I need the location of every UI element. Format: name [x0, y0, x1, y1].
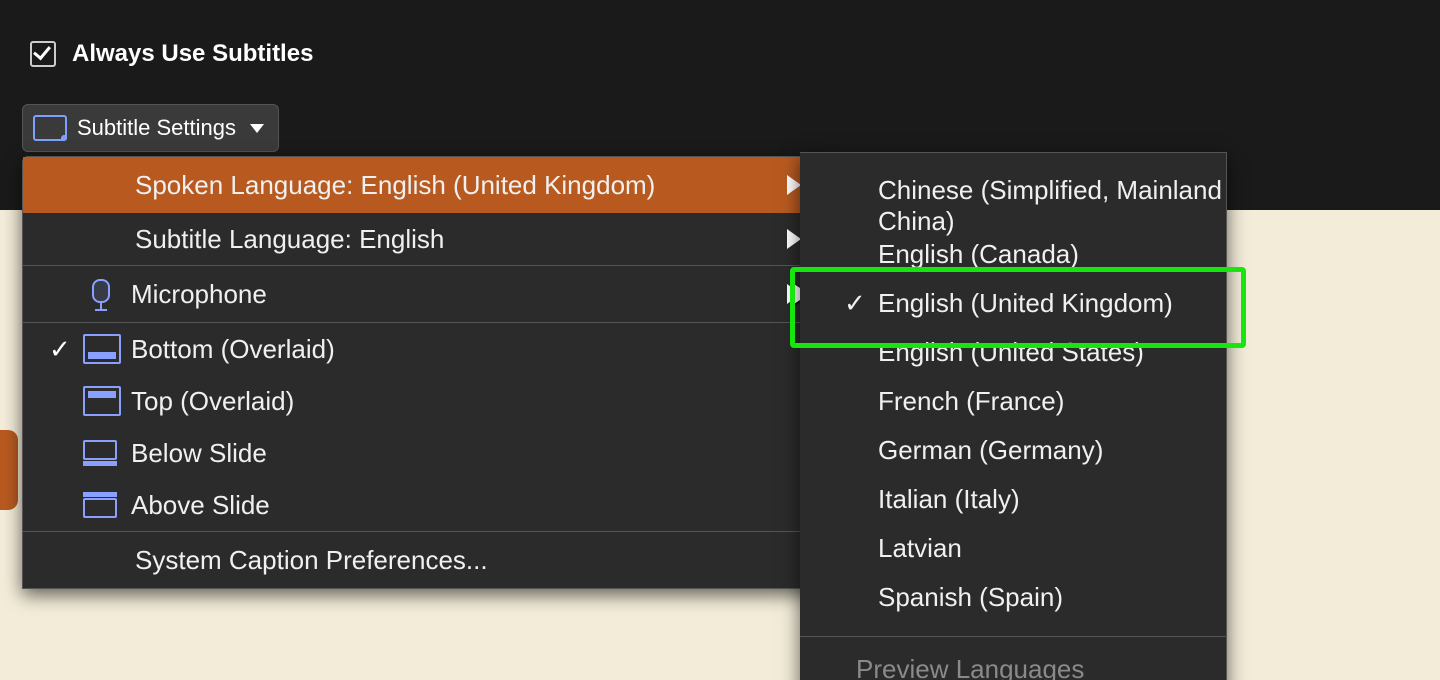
- menu-item-position-option[interactable]: Above Slide: [23, 479, 823, 531]
- submenu-item-language[interactable]: French (France): [800, 377, 1226, 426]
- position-icon: [83, 386, 121, 416]
- microphone-icon: [91, 279, 111, 309]
- subtitle-settings-menu: Spoken Language: English (United Kingdom…: [22, 156, 824, 589]
- submenu-item-label: Chinese (Simplified, Mainland China): [878, 175, 1226, 237]
- subtitle-settings-icon: [33, 115, 67, 141]
- app-root: Always Use Subtitles Subtitle Settings S…: [0, 0, 1440, 680]
- position-icon: [83, 492, 117, 518]
- menu-item-subtitle-language[interactable]: Subtitle Language: English: [23, 213, 823, 265]
- chevron-down-icon: [250, 124, 264, 133]
- submenu-item-language[interactable]: Chinese (Simplified, Mainland China): [800, 181, 1226, 230]
- menu-item-label: Top (Overlaid): [131, 386, 294, 417]
- submenu-item-label: English (Canada): [878, 239, 1079, 270]
- menu-item-position-option[interactable]: Below Slide: [23, 427, 823, 479]
- position-options-group: ✓ Bottom (Overlaid) Top (Overlaid) Below Sl…: [23, 323, 823, 531]
- submenu-item-language[interactable]: ✓ English (United Kingdom): [800, 279, 1226, 328]
- always-use-subtitles-row[interactable]: Always Use Subtitles: [30, 40, 313, 68]
- submenu-item-language[interactable]: English (United States): [800, 328, 1226, 377]
- menu-item-label: Below Slide: [131, 438, 267, 469]
- spoken-language-submenu: Chinese (Simplified, Mainland China)Engl…: [800, 152, 1227, 680]
- menu-item-position-option[interactable]: ✓ Bottom (Overlaid): [23, 323, 823, 375]
- subtitle-settings-button[interactable]: Subtitle Settings: [22, 104, 279, 152]
- submenu-item-label: German (Germany): [878, 435, 1103, 466]
- submenu-item-language[interactable]: Latvian: [800, 524, 1226, 573]
- menu-item-label: Bottom (Overlaid): [131, 334, 335, 365]
- position-icon: [83, 334, 121, 364]
- menu-item-label: Subtitle Language: English: [135, 224, 444, 255]
- submenu-item-language[interactable]: English (Canada): [800, 230, 1226, 279]
- submenu-item-language[interactable]: German (Germany): [800, 426, 1226, 475]
- submenu-item-language[interactable]: Italian (Italy): [800, 475, 1226, 524]
- submenu-section-heading: Preview Languages: [800, 647, 1226, 680]
- submenu-item-label: English (United Kingdom): [878, 288, 1173, 319]
- submenu-item-label: French (France): [878, 386, 1064, 417]
- submenu-item-language[interactable]: Spanish (Spain): [800, 573, 1226, 622]
- submenu-item-label: Italian (Italy): [878, 484, 1020, 515]
- menu-item-label: Microphone: [131, 279, 267, 310]
- submenu-item-label: English (United States): [878, 337, 1144, 368]
- menu-item-label: System Caption Preferences...: [135, 545, 488, 576]
- submenu-item-label: Spanish (Spain): [878, 582, 1063, 613]
- menu-item-microphone[interactable]: Microphone: [23, 266, 823, 322]
- always-use-subtitles-checkbox[interactable]: [30, 41, 56, 67]
- submenu-item-label: Latvian: [878, 533, 962, 564]
- check-icon: ✓: [49, 334, 71, 365]
- menu-item-spoken-language[interactable]: Spoken Language: English (United Kingdom…: [23, 157, 823, 213]
- menu-item-system-caption-prefs[interactable]: System Caption Preferences...: [23, 532, 823, 588]
- check-icon: ✓: [844, 288, 866, 319]
- position-icon: [83, 440, 117, 466]
- submenu-separator: [800, 636, 1226, 637]
- menu-item-label: Above Slide: [131, 490, 270, 521]
- menu-item-label: Spoken Language: English (United Kingdom…: [135, 170, 655, 201]
- subtitle-settings-label: Subtitle Settings: [77, 115, 236, 141]
- always-use-subtitles-label: Always Use Subtitles: [72, 40, 313, 68]
- menu-item-position-option[interactable]: Top (Overlaid): [23, 375, 823, 427]
